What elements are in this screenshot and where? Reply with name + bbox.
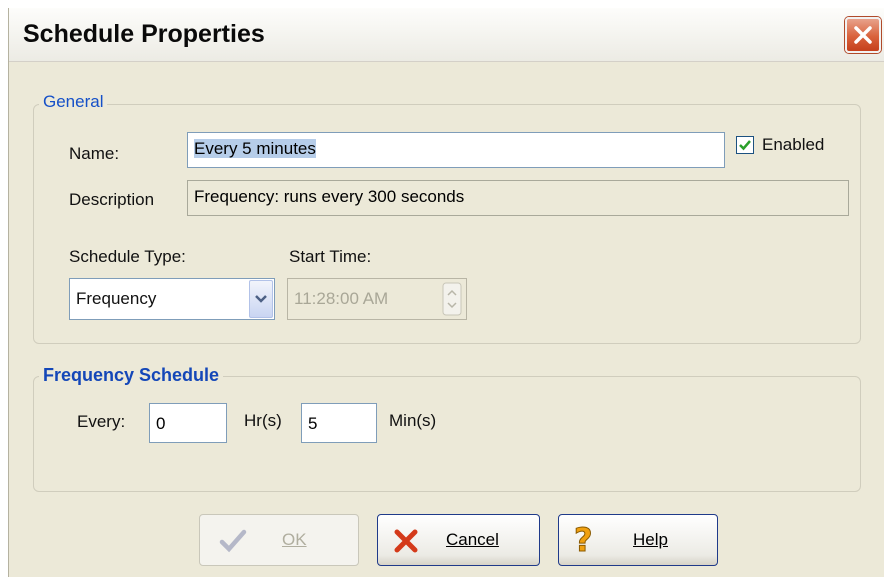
dialog-title: Schedule Properties <box>23 20 265 48</box>
dropdown-button[interactable] <box>249 280 273 318</box>
cancel-button[interactable]: Cancel <box>377 514 540 566</box>
name-label: Name: <box>69 144 120 163</box>
start-time-value: 11:28:00 AM <box>294 289 389 308</box>
close-button[interactable] <box>845 17 881 53</box>
schedule-type-value: Frequency <box>76 289 157 308</box>
enabled-label[interactable]: Enabled <box>762 135 824 155</box>
checkmark-icon <box>739 140 751 151</box>
minutes-input[interactable]: 5 <box>301 403 377 443</box>
svg-text:?: ? <box>574 524 593 556</box>
name-value: Every 5 minutes <box>194 139 316 158</box>
start-time-field: 11:28:00 AM <box>287 278 467 320</box>
checkmark-icon <box>219 529 247 553</box>
cancel-label: Cancel <box>446 530 499 549</box>
cancel-x-icon <box>394 529 418 553</box>
start-time-label: Start Time: <box>289 247 372 266</box>
name-input[interactable]: Every 5 minutes <box>187 132 725 168</box>
description-label: Description <box>69 190 155 209</box>
chevron-down-icon <box>255 295 267 303</box>
ok-label: OK <box>282 530 307 549</box>
schedule-properties-dialog: Schedule Properties General Name: Every … <box>8 8 884 577</box>
spinner-icon <box>442 282 462 316</box>
help-button[interactable]: ? Help <box>558 514 718 566</box>
title-bar[interactable]: Schedule Properties <box>9 8 884 62</box>
schedule-type-select[interactable]: Frequency <box>69 278 275 320</box>
frequency-schedule-legend: Frequency Schedule <box>39 365 224 386</box>
question-mark-icon: ? <box>574 524 594 556</box>
enabled-checkbox[interactable] <box>736 136 754 154</box>
every-label: Every: <box>77 412 126 431</box>
description-field: Frequency: runs every 300 seconds <box>187 180 849 216</box>
hours-label: Hr(s) <box>244 411 282 430</box>
help-label: Help <box>633 530 668 549</box>
hours-input[interactable]: 0 <box>149 403 227 443</box>
minutes-label: Min(s) <box>389 411 437 430</box>
general-legend: General <box>39 92 108 112</box>
ok-button[interactable]: OK <box>199 514 359 566</box>
schedule-type-label: Schedule Type: <box>69 247 186 266</box>
close-icon <box>854 26 872 44</box>
